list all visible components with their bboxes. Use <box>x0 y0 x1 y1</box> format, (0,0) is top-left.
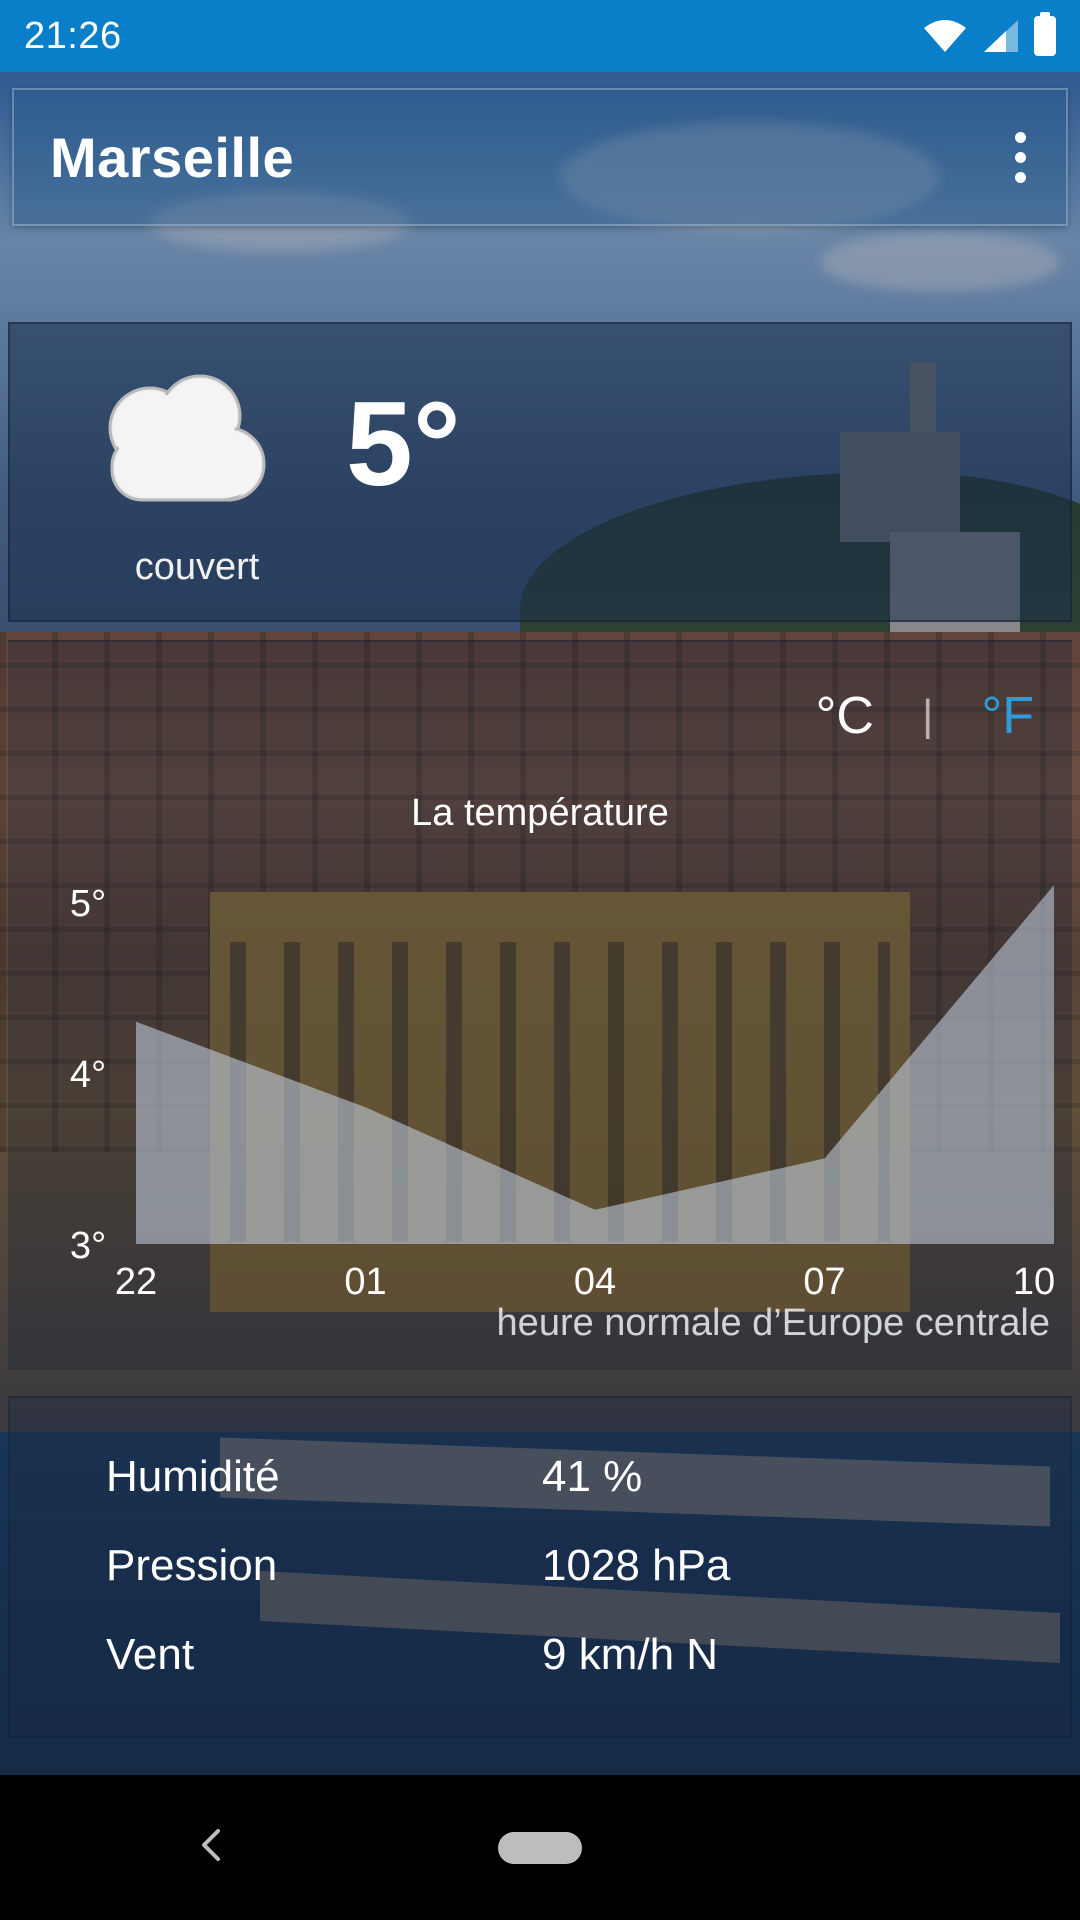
cloud-icon <box>108 374 266 502</box>
temperature-chart-card: °C | °F La température 5° 4° 3° 22 01 04 07 10 … <box>8 640 1072 1370</box>
battery-icon <box>1034 12 1056 56</box>
detail-row-wind: Vent 9 km/h N <box>106 1630 718 1680</box>
status-time: 21:26 <box>24 14 122 57</box>
detail-row-pressure: Pression 1028 hPa <box>106 1541 730 1591</box>
fahrenheit-button[interactable]: °F <box>981 686 1034 746</box>
pressure-label: Pression <box>106 1541 278 1590</box>
condition-label: couvert <box>134 546 260 588</box>
unit-toggle: °C | °F <box>816 686 1034 746</box>
pressure-value: 1028 hPa <box>542 1541 731 1590</box>
celsius-button[interactable]: °C <box>816 686 874 746</box>
detail-row-humidity: Humidité 41 % <box>106 1452 642 1502</box>
timezone-label: heure normale d’Europe centrale <box>496 1302 1050 1344</box>
current-temperature: 5° <box>346 377 461 511</box>
humidity-label: Humidité <box>106 1452 280 1501</box>
app-bar: Marseille <box>12 88 1068 226</box>
status-bar: 21:26 <box>0 0 1080 72</box>
signal-icon <box>984 20 1018 52</box>
navigation-bar <box>0 1775 1080 1920</box>
temperature-chart: 5° 4° 3°22 01 04 07 10 <box>70 883 1055 1303</box>
home-pill-icon[interactable] <box>498 1832 582 1864</box>
details-card: Humidité 41 % Pression 1028 hPa Vent 9 k… <box>8 1396 1072 1738</box>
wifi-icon <box>924 20 966 52</box>
wind-label: Vent <box>106 1630 195 1679</box>
temperature-area <box>136 885 1054 1244</box>
y-tick-label: 5° <box>70 883 106 925</box>
y-tick-label: 4° <box>70 1054 106 1096</box>
chart-title: La température <box>411 792 669 834</box>
x-tick-label: 07 <box>803 1261 845 1303</box>
unit-separator: | <box>922 691 934 740</box>
humidity-value: 41 % <box>542 1452 643 1501</box>
back-icon[interactable] <box>190 1815 230 1875</box>
x-tick-label: 04 <box>574 1261 616 1303</box>
x-tick-label: 01 <box>344 1261 386 1303</box>
y-tick-label: 3° <box>70 1225 106 1267</box>
x-tick-label: 10 <box>1013 1261 1055 1303</box>
x-tick-label: 22 <box>115 1261 157 1303</box>
wind-value: 9 km/h N <box>542 1630 719 1679</box>
more-vert-icon[interactable] <box>1000 127 1040 187</box>
current-weather-card: couvert 5° <box>8 322 1072 622</box>
city-title: Marseille <box>50 125 295 189</box>
